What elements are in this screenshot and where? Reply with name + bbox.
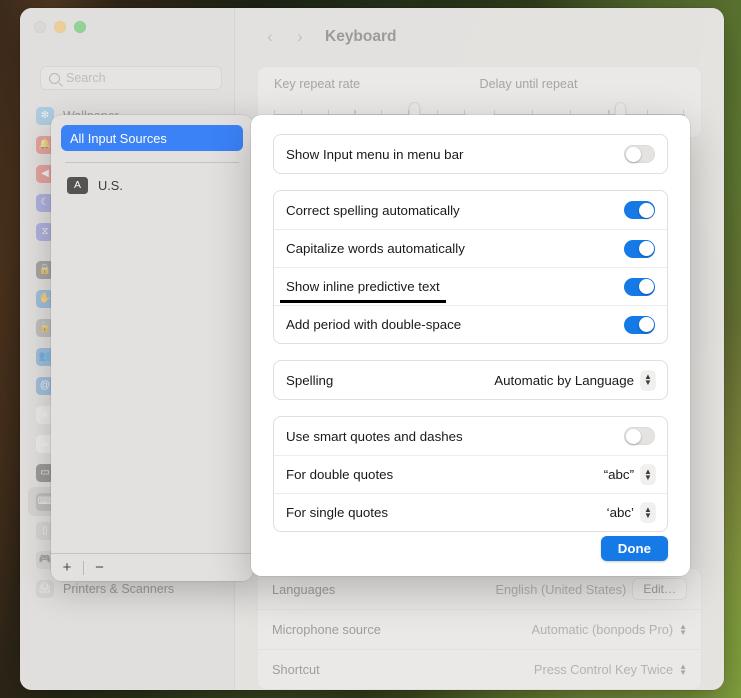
- table-row[interactable]: For double quotes “abc” ▲ ▼: [274, 455, 667, 493]
- input-sources-panel: All Input Sources A U.S. + −: [51, 115, 253, 581]
- close-button[interactable]: [34, 21, 46, 33]
- table-row[interactable]: Correct spelling automatically: [274, 191, 667, 229]
- edit-button[interactable]: Edit…: [632, 578, 687, 600]
- table-row[interactable]: Shortcut Press Control Key Twice ▲ ▼: [258, 649, 701, 689]
- row-label: Add period with double-space: [286, 317, 462, 332]
- done-button[interactable]: Done: [600, 536, 668, 561]
- key-repeat-rate-label: Key repeat rate: [274, 77, 361, 91]
- row-label: Show Input menu in menu bar: [286, 146, 464, 162]
- correct-spelling-toggle[interactable]: [624, 201, 655, 219]
- row-label: For double quotes: [286, 467, 394, 482]
- search-placeholder: Search: [66, 71, 106, 85]
- row-label: Shortcut: [272, 662, 320, 677]
- search-input[interactable]: Search: [40, 66, 222, 90]
- keyboard-layout-badge: A: [67, 176, 88, 194]
- input-panel-footer: + −: [51, 553, 253, 581]
- zoom-button[interactable]: [74, 21, 86, 33]
- toolbar: ‹ › Keyboard: [257, 8, 702, 66]
- back-button[interactable]: ‹: [257, 24, 283, 50]
- capitalize-words-toggle[interactable]: [624, 239, 655, 258]
- spelling-card: Spelling Automatic by Language ▲ ▼: [273, 360, 668, 400]
- input-source-label: U.S.: [98, 177, 123, 193]
- search-icon: [49, 72, 60, 84]
- typing-options-card: Correct spelling automatically Capitaliz…: [273, 190, 668, 344]
- smart-quotes-card: Use smart quotes and dashes For double q…: [273, 416, 668, 532]
- page-title: Keyboard: [325, 28, 397, 45]
- add-period-toggle[interactable]: [624, 315, 655, 334]
- chevron-updown-icon[interactable]: ▲ ▼: [641, 370, 655, 390]
- menu-bar-card: Show Input menu in menu bar: [273, 134, 668, 174]
- printers-scanners-icon: 🖨: [36, 579, 54, 598]
- desktop-wallpaper: Search ✼Wallpaper🔔Notifications◀Sound☾Fo…: [0, 0, 741, 698]
- row-label: Show inline predictive text: [286, 279, 440, 294]
- table-row[interactable]: Show Input menu in menu bar: [274, 135, 667, 173]
- text-input-settings-sheet: Show Input menu in menu bar Correct spel…: [251, 115, 690, 576]
- row-value: English (United States): [495, 581, 627, 597]
- list-item[interactable]: A U.S.: [61, 163, 243, 194]
- window-traffic-lights[interactable]: [34, 21, 86, 33]
- chevron-updown-icon[interactable]: ▲ ▼: [679, 662, 687, 675]
- row-label: Microphone source: [272, 622, 381, 637]
- minimize-button[interactable]: [54, 21, 66, 33]
- table-row[interactable]: Show inline predictive text: [274, 267, 667, 305]
- row-label: Languages: [272, 581, 336, 597]
- single-quotes-value: ‘abc’: [606, 505, 634, 520]
- sidebar-item-label: Printers & Scanners: [63, 581, 175, 596]
- double-quotes-value: “abc”: [603, 467, 634, 482]
- chevron-updown-icon[interactable]: ▲ ▼: [641, 465, 655, 484]
- delay-until-repeat-label: Delay until repeat: [479, 77, 578, 91]
- row-label: For single quotes: [286, 505, 388, 520]
- chevron-updown-icon[interactable]: ▲ ▼: [679, 622, 687, 635]
- inline-predictive-text-toggle[interactable]: [624, 277, 655, 296]
- forward-button[interactable]: ›: [287, 24, 313, 50]
- remove-input-source-button[interactable]: −: [84, 554, 116, 581]
- input-sources-list: All Input Sources A U.S.: [51, 115, 253, 194]
- table-row[interactable]: For single quotes ‘abc’ ▲ ▼: [274, 493, 667, 531]
- row-value: Automatic (bonpods Pro): [531, 622, 674, 637]
- row-value: Press Control Key Twice: [533, 662, 674, 677]
- show-input-menu-toggle[interactable]: [624, 145, 655, 163]
- table-row[interactable]: Capitalize words automatically: [274, 229, 667, 267]
- bottom-settings-card: Languages English (United States) Edit… …: [257, 568, 702, 690]
- table-row[interactable]: Use smart quotes and dashes: [274, 417, 667, 455]
- table-row[interactable]: Microphone source Automatic (bonpods Pro…: [258, 609, 701, 649]
- row-label: Use smart quotes and dashes: [286, 428, 463, 444]
- add-input-source-button[interactable]: +: [51, 554, 83, 581]
- row-label: Capitalize words automatically: [286, 241, 465, 256]
- smart-quotes-toggle[interactable]: [624, 427, 655, 445]
- chevron-updown-icon[interactable]: ▲ ▼: [641, 503, 655, 522]
- row-label: Spelling: [286, 372, 334, 388]
- spelling-value: Automatic by Language: [494, 372, 634, 388]
- annotation-underline: [280, 299, 446, 303]
- table-row[interactable]: Spelling Automatic by Language ▲ ▼: [274, 361, 667, 399]
- table-row[interactable]: Add period with double-space: [274, 305, 667, 343]
- row-label: Correct spelling automatically: [286, 202, 460, 218]
- input-source-all[interactable]: All Input Sources: [61, 125, 243, 151]
